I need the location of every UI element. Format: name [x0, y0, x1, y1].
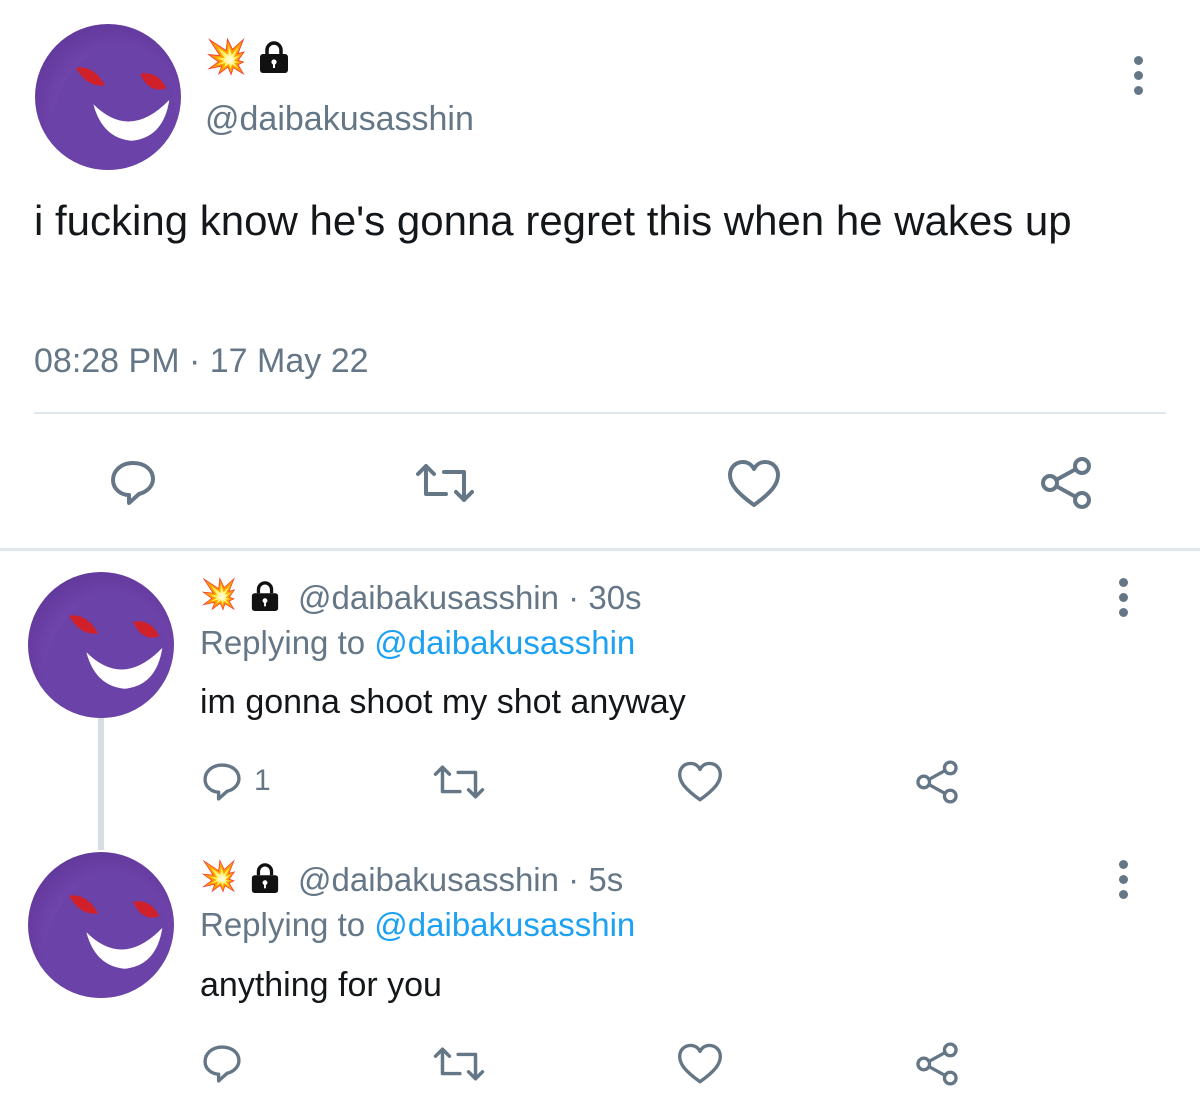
reply-header: @daibakusasshin · 30s [298, 579, 642, 617]
replying-to-link[interactable]: @daibakusasshin [374, 906, 635, 943]
collision-emoji-icon: 💥 [200, 860, 238, 893]
thread-line [98, 718, 104, 850]
replying-label: Replying to [200, 906, 366, 943]
share-icon[interactable] [912, 1040, 962, 1088]
ghost-avatar-icon [35, 45, 181, 170]
reply-avatar[interactable] [28, 852, 174, 998]
reply-header: @daibakusasshin · 5s [298, 861, 623, 899]
like-icon[interactable] [726, 458, 782, 510]
replying-label: Replying to [200, 624, 366, 661]
main-handle[interactable]: @daibakusasshin [205, 100, 474, 139]
divider [34, 412, 1166, 414]
reply-separator: · [568, 579, 580, 616]
section-divider [0, 548, 1200, 551]
reply-text: im gonna shoot my shot anyway [200, 683, 686, 721]
lock-icon [258, 40, 290, 74]
reply-handle[interactable]: @daibakusasshin [298, 861, 559, 898]
reply-icon[interactable] [107, 457, 159, 509]
reply-count: 1 [254, 764, 271, 797]
ghost-avatar-icon [28, 873, 174, 998]
share-icon[interactable] [1036, 454, 1096, 512]
replying-to-line: Replying to @daibakusasshin [200, 624, 635, 662]
reply-avatar[interactable] [28, 572, 174, 718]
reply-handle[interactable]: @daibakusasshin [298, 579, 559, 616]
like-icon[interactable] [676, 760, 724, 804]
more-options-icon[interactable] [1128, 56, 1148, 101]
tweet-date: 17 May 22 [209, 342, 369, 380]
reply-age: 5s [588, 861, 624, 898]
main-tweet-text: i fucking know he's gonna regret this wh… [34, 197, 1072, 244]
reply-separator: · [568, 861, 580, 898]
more-options-icon[interactable] [1113, 578, 1133, 623]
replying-to-line: Replying to @daibakusasshin [200, 906, 635, 944]
reply-text: anything for you [200, 966, 442, 1004]
main-avatar[interactable] [35, 24, 181, 170]
replying-to-link[interactable]: @daibakusasshin [374, 624, 635, 661]
collision-emoji-icon: 💥 [200, 578, 238, 611]
ghost-avatar-icon [28, 593, 174, 718]
retweet-icon[interactable] [412, 460, 478, 506]
retweet-icon[interactable] [430, 1044, 488, 1084]
share-icon[interactable] [912, 758, 962, 806]
timestamp-separator: · [188, 342, 201, 380]
reply-icon[interactable] [200, 760, 244, 804]
lock-icon [250, 580, 280, 612]
tweet-timestamp: 08:28 PM · 17 May 22 [34, 342, 369, 381]
retweet-icon[interactable] [430, 762, 488, 802]
lock-icon [250, 862, 280, 894]
like-icon[interactable] [676, 1042, 724, 1086]
reply-age: 30s [588, 579, 642, 616]
reply-icon[interactable] [200, 1042, 244, 1086]
tweet-time: 08:28 PM [34, 342, 180, 380]
collision-emoji-icon: 💥 [205, 38, 248, 76]
more-options-icon[interactable] [1113, 860, 1133, 905]
